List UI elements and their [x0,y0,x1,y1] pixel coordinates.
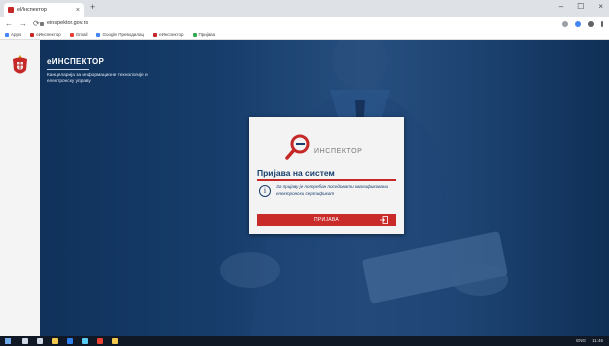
tab-title: eИнспектор [17,7,47,13]
search-icon[interactable] [22,338,28,344]
nav-buttons: ← → ⟳ [5,18,40,29]
profile-icon[interactable] [588,20,594,27]
reload-button[interactable]: ⟳ [33,18,40,29]
bookmark-item[interactable]: Google Преводилац [96,32,144,37]
favicon-icon [8,7,14,13]
bookmark-item[interactable]: Пријава [192,32,216,37]
bookmark-item[interactable]: eИнспектор [30,32,61,37]
tab-strip: eИнспектор × + – ☐ × [0,0,609,17]
bookmark-icon [30,32,35,37]
bookmark-label: eИнспектор [36,32,61,37]
lock-icon [40,21,44,26]
store-icon[interactable] [82,338,88,344]
left-sidebar [0,40,40,336]
close-window-button[interactable]: × [598,2,603,11]
file-explorer-icon[interactable] [52,338,58,344]
bookmark-label: Google Преводилац [102,32,145,37]
brand-divider [47,69,89,70]
title-underline [257,179,396,181]
browser-actions [562,18,603,29]
brand-subtitle: Канцеларија за информационе технологије … [47,73,148,84]
window-controls: – ☐ × [559,2,603,11]
taskbar-icons [22,338,118,344]
windows-start-icon[interactable] [5,338,11,344]
extension-icon[interactable] [575,20,581,27]
folder-icon[interactable] [112,338,118,344]
bookmark-label: Пријава [198,32,216,37]
brand-title: еИНСПЕКТОР [47,57,105,66]
bookmarks-bar: Apps eИнспектор Gmail Google Преводилац eИнс… [0,30,609,40]
minimize-button[interactable]: – [559,2,563,11]
language-indicator[interactable]: ENG [576,337,586,345]
chrome-icon[interactable] [97,338,103,344]
login-title: Пријава на систем [257,168,335,178]
login-card: ИНСПЕКТОР Пријава на систем i За пријаву… [249,117,404,234]
bookmark-label: Gmail [75,32,88,37]
edge-icon[interactable] [67,338,73,344]
bookmark-label: eИнспектор [159,32,184,37]
system-tray: ENG 11:46 [576,337,603,345]
back-button[interactable]: ← [5,18,13,29]
sign-in-icon [380,216,388,224]
bookmark-label: Apps [11,32,22,37]
logo-text: ИНСПЕКТОР [314,148,363,155]
bookmark-icon [153,32,158,37]
task-view-icon[interactable] [37,338,43,344]
clock[interactable]: 11:46 [592,337,603,345]
bookmark-icon [96,32,101,37]
address-bar: ← → ⟳ einspektor.gov.rs [0,17,609,30]
bookmark-icon [69,32,74,37]
bookmark-icon [5,32,9,37]
taskbar: ENG 11:46 [0,336,609,346]
bookmark-icon [192,32,197,37]
info-box: i За пријаву је потребан поседовати квал… [257,183,396,203]
page-content: еИНСПЕКТОР Канцеларија за информационе т… [0,40,609,336]
magnifier-logo-icon [285,134,310,160]
bookmark-star-icon[interactable] [562,20,568,27]
url-field[interactable]: einspektor.gov.rs [40,19,88,28]
forward-button[interactable]: → [19,18,27,29]
info-icon: i [259,185,271,197]
login-button-label: ПРИЈАВА [314,217,339,223]
url-text: einspektor.gov.rs [47,20,89,26]
info-text: За пријаву је потребан поседовати квалиф… [276,184,389,196]
tab-close-icon[interactable]: × [76,7,80,14]
browser-tab[interactable]: eИнспектор × [4,3,84,17]
bookmark-item[interactable]: eИнспектор [153,32,184,37]
maximize-button[interactable]: ☐ [577,2,584,11]
bookmark-item[interactable]: Apps [5,32,21,37]
login-button[interactable]: ПРИЈАВА [257,214,396,226]
bookmark-item[interactable]: Gmail [69,32,88,37]
menu-icon[interactable] [601,20,603,27]
new-tab-button[interactable]: + [90,3,95,12]
serbia-coat-of-arms-icon [13,55,27,74]
